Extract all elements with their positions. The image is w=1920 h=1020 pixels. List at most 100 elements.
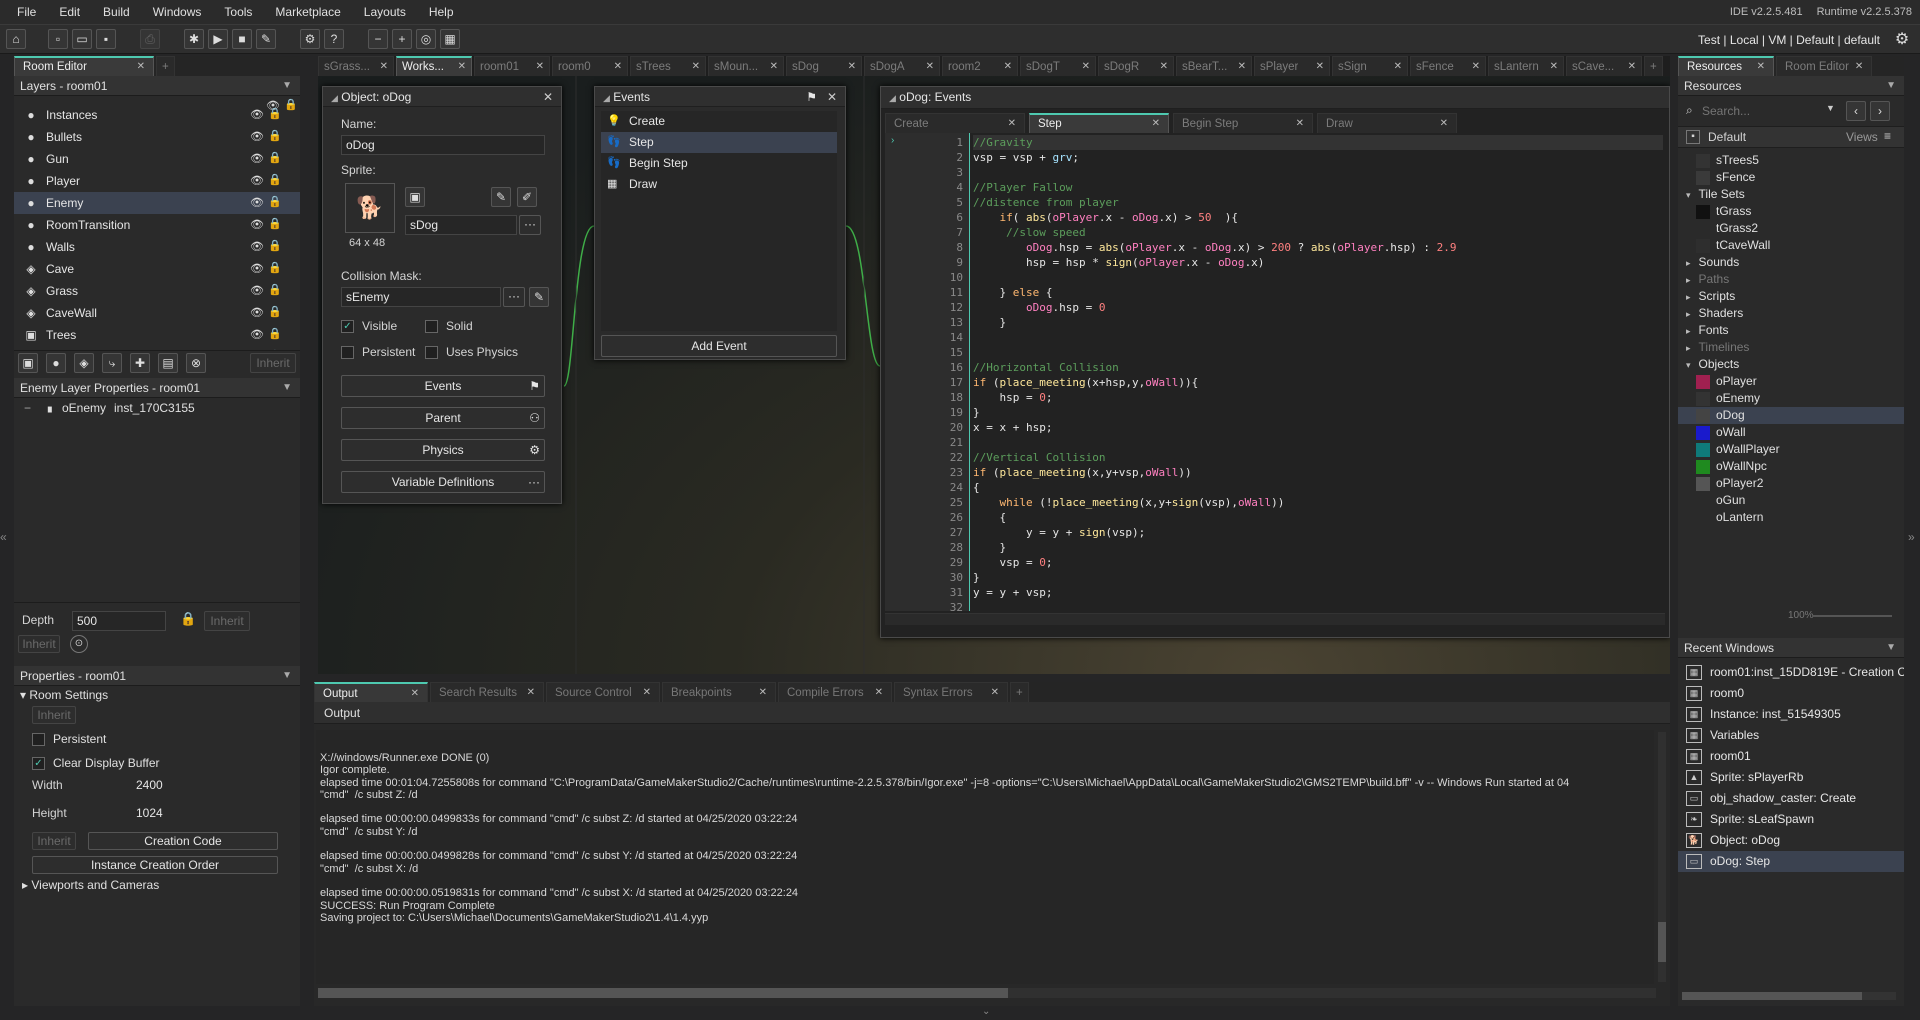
add-tab-button[interactable]: + <box>1010 682 1029 702</box>
tab-search-results[interactable]: Search Results ✕ <box>430 682 544 702</box>
room-properties-header[interactable]: Properties - room01 ▼ <box>14 666 300 686</box>
run-icon[interactable]: ▶ <box>208 29 228 49</box>
lock-icon[interactable]: 🔒 <box>268 239 282 252</box>
stop-icon[interactable]: ■ <box>232 29 252 49</box>
layer-item-bullets[interactable]: ● Bullets 👁 🔒 <box>14 126 300 148</box>
layers-header[interactable]: Layers - room01 ▼ <box>14 76 300 96</box>
output-console[interactable]: X://windows/Runner.exe DONE (0) Igor comp… <box>316 730 1654 984</box>
fold-arrow-icon[interactable]: › <box>891 135 894 146</box>
resource-ogun[interactable]: oGun <box>1678 492 1904 509</box>
layer-properties-header[interactable]: Enemy Layer Properties - room01 ▼ <box>14 378 300 398</box>
horizontal-scrollbar[interactable] <box>885 613 1665 625</box>
expand-arrow-icon[interactable]: ▾ <box>1686 190 1691 200</box>
visible-checkbox[interactable]: ✓ Visible <box>341 319 397 334</box>
open-project-icon[interactable]: ▭ <box>72 29 92 49</box>
checkbox-checked[interactable]: ✓ <box>341 320 354 334</box>
doc-tab[interactable]: sDog ✕ <box>786 56 862 76</box>
recent-item[interactable]: ▦ room01:inst_15DD819E - Creation Co <box>1678 662 1904 683</box>
close-icon[interactable]: ✕ <box>458 57 466 76</box>
debug-icon[interactable]: ✱ <box>184 29 204 49</box>
resource-tgrass2[interactable]: tGrass2 <box>1678 220 1904 237</box>
new-project-icon[interactable]: ▫ <box>48 29 68 49</box>
inherit-layer-button[interactable]: Inherit <box>18 635 60 653</box>
target-config[interactable]: Test | Local | VM | Default | default <box>1698 25 1880 55</box>
resource-paths[interactable]: ▸ Paths <box>1678 271 1904 288</box>
add-tab-button[interactable]: + <box>1644 56 1663 76</box>
close-icon[interactable]: ✕ <box>1757 57 1765 77</box>
recent-item[interactable]: ❧ Sprite: sLeafSpawn <box>1678 809 1904 830</box>
reset-icon[interactable]: ⊙ <box>70 635 88 653</box>
add-background-layer-icon[interactable]: ▣ <box>18 353 38 373</box>
eye-icon[interactable]: 👁 <box>250 130 264 143</box>
resources-header[interactable]: Resources ▼ <box>1678 76 1904 96</box>
close-icon[interactable]: ✕ <box>527 683 535 702</box>
doc-tab[interactable]: sDogA ✕ <box>864 56 940 76</box>
resource-oenemy[interactable]: oEnemy <box>1678 390 1904 407</box>
doc-tab[interactable]: sTrees ✕ <box>630 56 706 76</box>
layer-item-roomtransition[interactable]: ● RoomTransition 👁 🔒 <box>14 214 300 236</box>
checkbox[interactable] <box>341 346 354 360</box>
save-icon[interactable]: ▪ <box>96 29 116 49</box>
physics-button[interactable]: Physics ⚙ <box>341 439 545 461</box>
eye-icon[interactable]: 👁 <box>250 196 264 209</box>
layer-item-cave[interactable]: ◈ Cave 👁 🔒 <box>14 258 300 280</box>
depth-input[interactable]: 500 <box>72 611 166 631</box>
width-input[interactable]: 2400 <box>132 776 176 794</box>
close-icon[interactable]: ✕ <box>1472 57 1480 77</box>
eye-icon[interactable]: 👁 <box>250 174 264 187</box>
resource-sfence[interactable]: sFence <box>1678 169 1904 186</box>
resource-scripts[interactable]: ▸ Scripts <box>1678 288 1904 305</box>
workspace[interactable]: ◢ Object: oDog ✕ Name: oDog Sprite: 🐕 64 … <box>318 76 1670 674</box>
mask-more-button[interactable]: ··· <box>503 287 525 307</box>
delete-layer-icon[interactable]: ⊗ <box>186 353 206 373</box>
recent-item[interactable]: ▦ Variables <box>1678 725 1904 746</box>
menu-item-windows[interactable]: Windows <box>144 0 216 24</box>
layer-item-cavewall[interactable]: ◈ CaveWall 👁 🔒 <box>14 302 300 324</box>
tab-room-editor[interactable]: Room Editor ✕ <box>14 56 154 76</box>
close-icon[interactable]: ✕ <box>991 683 999 702</box>
eye-icon[interactable]: 👁 <box>250 262 264 275</box>
back-icon[interactable]: ‹ <box>1846 101 1866 121</box>
event-begin-step[interactable]: 👣 Begin Step <box>601 153 837 174</box>
chevron-down-icon[interactable]: ▼ <box>1886 638 1896 658</box>
doc-tab[interactable]: sCave... ✕ <box>1566 56 1642 76</box>
eye-icon[interactable]: 👁 <box>250 218 264 231</box>
close-icon[interactable]: ✕ <box>643 683 651 702</box>
close-icon[interactable]: ✕ <box>827 87 837 107</box>
close-icon[interactable]: ✕ <box>1394 57 1402 77</box>
expand-arrow-icon[interactable]: ▸ <box>1686 309 1691 319</box>
solid-checkbox[interactable]: Solid <box>425 319 473 334</box>
doc-tab[interactable]: room01 ✕ <box>474 56 550 76</box>
views-label[interactable]: Views <box>1846 130 1878 144</box>
tab-resources[interactable]: Resources ✕ <box>1678 56 1774 76</box>
object-window-title[interactable]: ◢ Object: oDog ✕ <box>323 87 561 107</box>
doc-tab[interactable]: sGrass... ✕ <box>318 56 394 76</box>
resource-tcavewall[interactable]: tCaveWall <box>1678 237 1904 254</box>
close-icon[interactable]: ✕ <box>411 684 419 702</box>
name-input[interactable]: oDog <box>341 135 545 155</box>
events-window-title[interactable]: ◢ Events ⚑ ✕ <box>595 87 845 107</box>
clear-display-checkbox[interactable]: ✓ Clear Display Buffer <box>32 756 160 771</box>
collapse-icon[interactable]: ◢ <box>603 93 610 103</box>
height-input[interactable]: 1024 <box>132 804 176 822</box>
lock-icon[interactable]: 🔒 <box>268 107 282 120</box>
tab-draw[interactable]: Draw ✕ <box>1317 113 1457 133</box>
menu-item-marketplace[interactable]: Marketplace <box>266 0 354 24</box>
expand-arrow-icon[interactable]: ▸ <box>1686 343 1691 353</box>
resource-owall[interactable]: oWall <box>1678 424 1904 441</box>
output-hscrollbar[interactable] <box>318 988 1656 998</box>
sprite-preview[interactable]: 🐕 <box>345 183 395 233</box>
layer-item-walls[interactable]: ● Walls 👁 🔒 <box>14 236 300 258</box>
close-icon[interactable]: ✕ <box>1160 57 1168 77</box>
home-icon[interactable]: ⌂ <box>6 29 26 49</box>
resource-objects[interactable]: ▾ Objects <box>1678 356 1904 373</box>
recent-item[interactable]: ▲ Sprite: sPlayerRb <box>1678 767 1904 788</box>
flag-icon[interactable]: ⚑ <box>806 87 817 107</box>
menu-item-tools[interactable]: Tools <box>215 0 266 24</box>
layer-item-gun[interactable]: ● Gun 👁 🔒 <box>14 148 300 170</box>
close-icon[interactable]: ✕ <box>770 57 778 77</box>
create-executable-icon[interactable]: ⎙ <box>140 29 160 49</box>
resource-shaders[interactable]: ▸ Shaders <box>1678 305 1904 322</box>
recent-item[interactable]: 🐕 Object: oDog <box>1678 830 1904 851</box>
recent-item[interactable]: ▦ room01 <box>1678 746 1904 767</box>
